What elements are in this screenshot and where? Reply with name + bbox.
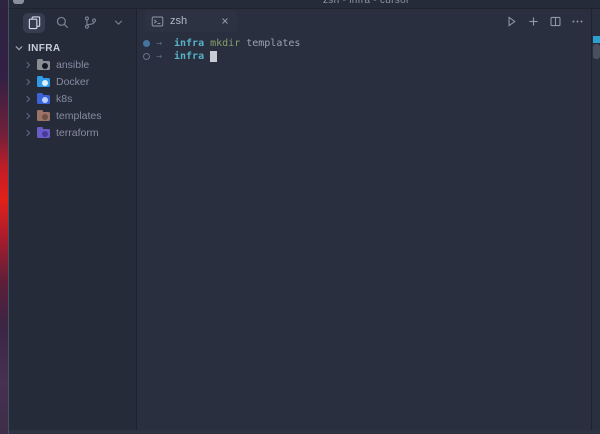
terminal-icon [151, 15, 164, 28]
command-decoration-icon[interactable] [143, 40, 150, 47]
folder-icon [37, 92, 50, 104]
sidebar-item-templates[interactable]: templates [9, 107, 136, 124]
new-terminal-button[interactable] [527, 15, 540, 28]
ansible-emblem-icon [42, 62, 48, 69]
templates-emblem-icon [42, 113, 48, 120]
files-icon [27, 15, 42, 30]
terminal-cursor [210, 51, 218, 62]
folder-label: templates [56, 109, 102, 122]
chevron-right-icon [23, 94, 33, 104]
folder-icon [37, 75, 50, 87]
folder-icon [37, 109, 50, 121]
titlebar[interactable]: zsh - infra - cursor [9, 0, 600, 9]
chevron-right-icon [23, 128, 33, 138]
sidebar-item-terraform[interactable]: terraform [9, 124, 136, 141]
chevron-right-icon [23, 111, 33, 121]
source-control-icon [83, 15, 98, 30]
run-button[interactable] [505, 15, 518, 28]
sidebar: INFRA ansible Docker k8s templates terra… [9, 9, 137, 430]
command-text: mkdir [210, 38, 241, 49]
folder-icon [37, 126, 50, 138]
source-control-button[interactable] [79, 13, 101, 33]
explorer-files-button[interactable] [23, 12, 45, 33]
search-button[interactable] [51, 13, 73, 33]
prompt-decoration-icon[interactable] [143, 53, 150, 60]
folder-label: Docker [56, 75, 90, 88]
terminal-tab-zsh[interactable]: zsh [145, 10, 237, 32]
prompt-arrow: → [156, 51, 163, 62]
folder-label: terraform [56, 126, 99, 139]
prompt-cwd: infra [174, 51, 205, 62]
sidebar-item-ansible[interactable]: ansible [9, 56, 136, 73]
command-overview-mark [593, 36, 600, 43]
command-args: templates [246, 38, 301, 49]
folder-label: k8s [56, 92, 73, 105]
explorer-tree: INFRA ansible Docker k8s templates terra… [9, 34, 136, 141]
terminal-tabbar: zsh [137, 9, 600, 33]
explorer-root-label: INFRA [28, 42, 61, 54]
chevron-down-icon [14, 43, 24, 53]
terminal-content[interactable]: → infra mkdir templates → infra [137, 33, 600, 63]
scrollbar-thumb[interactable] [593, 44, 600, 59]
terminal-actions [505, 15, 592, 28]
terminal-panel: zsh → infra mkdir templates → infra [137, 9, 600, 430]
terminal-scrollbar[interactable] [591, 9, 600, 430]
close-icon[interactable] [219, 15, 231, 27]
prompt-cwd: infra [174, 38, 205, 49]
window-title: zsh - infra - cursor [323, 0, 410, 6]
chevron-down-icon [112, 16, 125, 29]
prompt-arrow: → [156, 38, 163, 49]
search-icon [55, 15, 70, 30]
activity-bar [9, 9, 136, 34]
folder-label: ansible [56, 58, 90, 71]
editor-window: zsh - infra - cursor INFRA ansible Docke… [8, 0, 600, 434]
chevron-right-icon [23, 60, 33, 70]
activity-overflow-button[interactable] [107, 13, 129, 33]
terminal-tab-label: zsh [170, 15, 188, 27]
app-logo-icon [13, 0, 24, 4]
kubernetes-emblem-icon [42, 96, 48, 103]
docker-emblem-icon [42, 79, 48, 86]
explorer-root-header[interactable]: INFRA [9, 40, 136, 56]
split-terminal-button[interactable] [549, 15, 562, 28]
terminal-line: → infra mkdir templates [143, 37, 600, 50]
sidebar-item-docker[interactable]: Docker [9, 73, 136, 90]
more-actions-button[interactable] [571, 15, 584, 28]
terraform-emblem-icon [42, 130, 48, 137]
window-bottom-edge [9, 430, 600, 434]
chevron-right-icon [23, 77, 33, 87]
terminal-line: → infra [143, 50, 600, 63]
folder-icon [37, 58, 50, 70]
sidebar-item-k8s[interactable]: k8s [9, 90, 136, 107]
